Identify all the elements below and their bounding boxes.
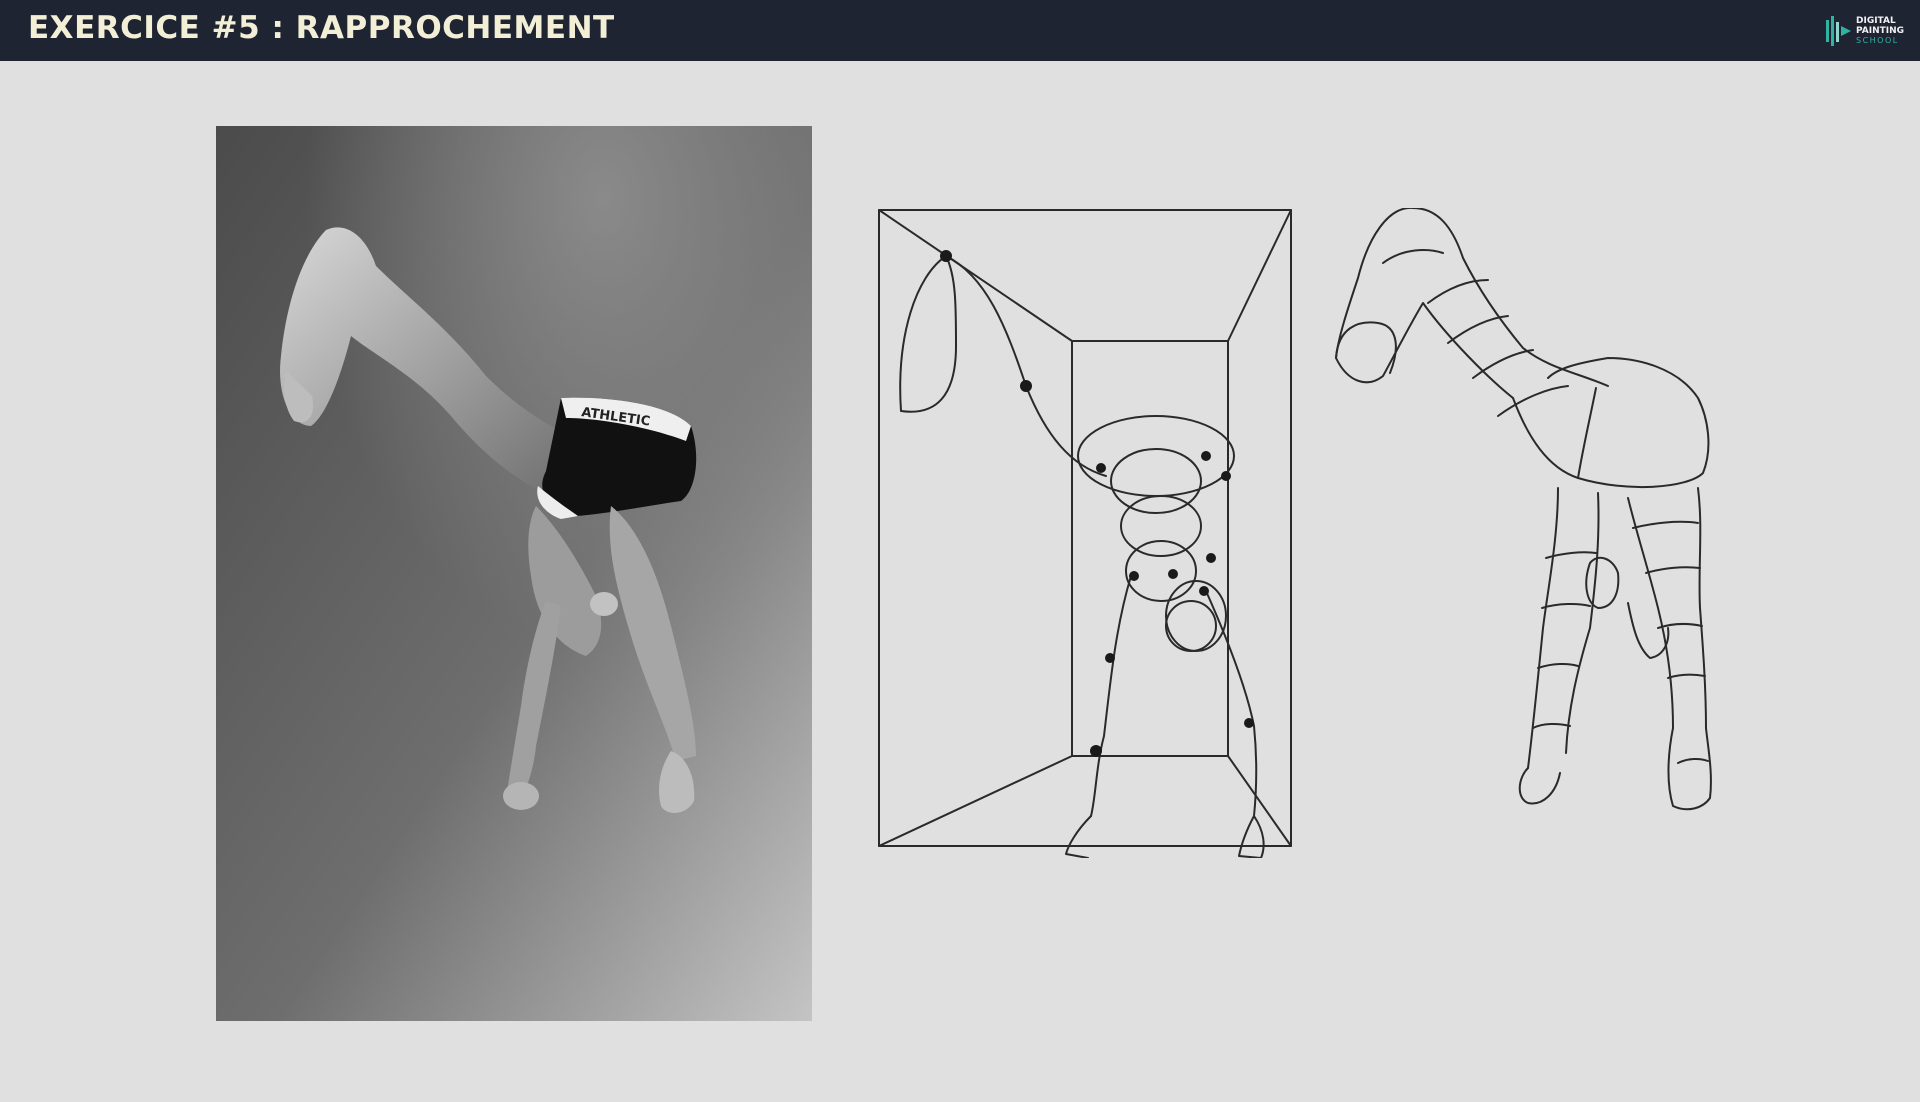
volumetric-form-sketch [1335,208,1712,811]
header-bar: EXERCICE #5 : RAPPROCHEMENT DIGITAL PAIN… [0,0,1920,61]
perspective-box-sketch [878,209,1292,858]
reference-photo: ATHLETIC [216,126,812,1021]
page-title: EXERCICE #5 : RAPPROCHEMENT [28,10,615,46]
logo-line-painting: PAINTING [1856,26,1905,36]
logo-icon [1826,16,1851,46]
logo-text: DIGITAL PAINTING SCHOOL [1856,16,1904,46]
logo-line-digital: DIGITAL [1856,16,1896,26]
digital-painting-school-logo: DIGITAL PAINTING SCHOOL [1824,12,1904,50]
logo-line-school: SCHOOL [1856,36,1899,45]
